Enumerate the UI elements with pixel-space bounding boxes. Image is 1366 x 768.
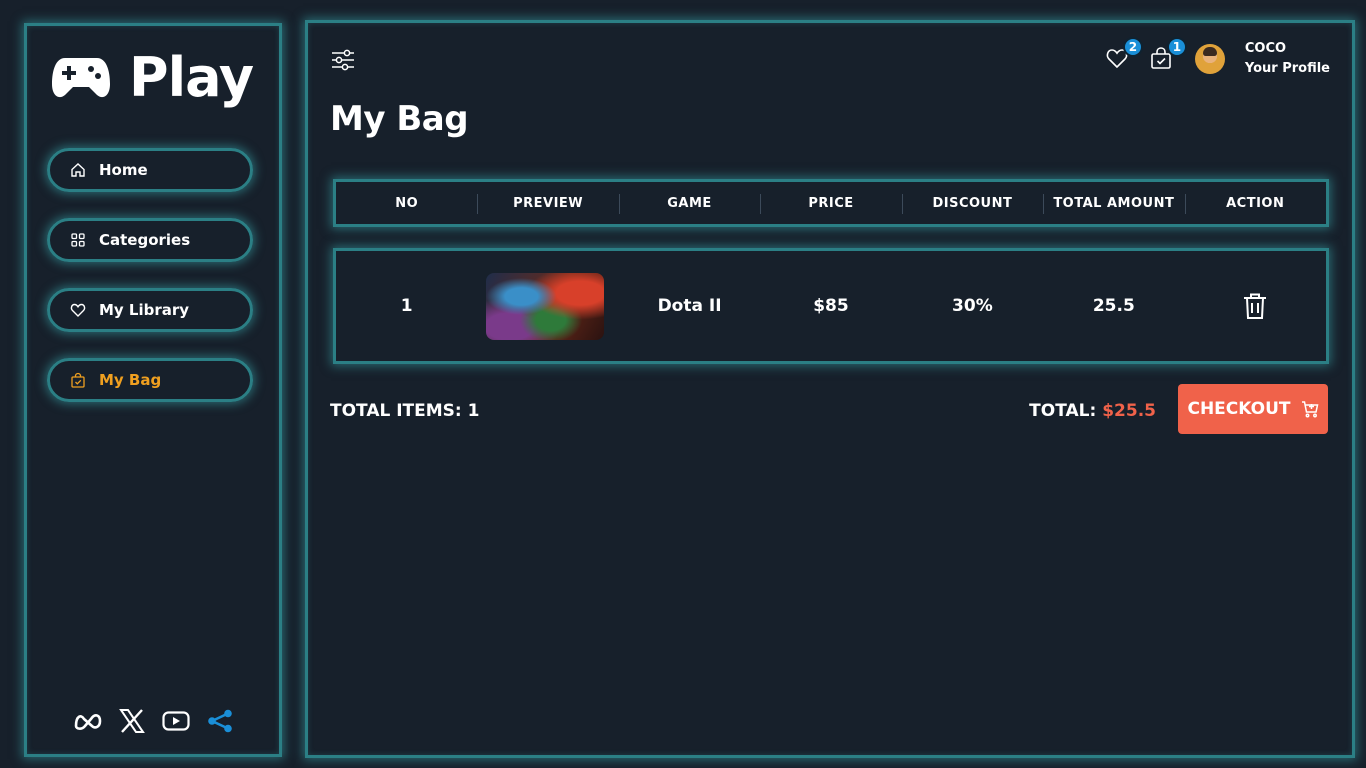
filter-icon[interactable] [330, 47, 356, 73]
checkout-label: CHECKOUT [1187, 399, 1291, 419]
column-header-discount: DISCOUNT [901, 193, 1043, 214]
column-header-action: ACTION [1184, 193, 1326, 214]
app-name: Play [129, 46, 254, 109]
cell-preview [477, 272, 618, 340]
nav-item-my-bag[interactable]: My Bag [47, 358, 253, 402]
nav-label-categories: Categories [99, 231, 191, 249]
bag-button[interactable]: 1 [1149, 37, 1187, 72]
grid-icon [70, 232, 86, 248]
nav-label-home: Home [99, 161, 148, 179]
sidebar-nav: Home Categories My Library My Bag [47, 148, 255, 428]
youtube-icon[interactable] [161, 708, 191, 734]
wishlist-button[interactable]: 2 [1105, 37, 1143, 72]
column-header-preview: PREVIEW [477, 193, 618, 214]
meta-icon[interactable] [73, 708, 103, 734]
cart-icon [1301, 401, 1318, 418]
share-icon[interactable] [205, 708, 235, 734]
avatar[interactable] [1194, 44, 1225, 74]
cell-game: Dota II [657, 296, 722, 316]
social-links [73, 708, 235, 734]
profile-info[interactable]: COCO Your Profile [1245, 39, 1330, 79]
total-items: TOTAL ITEMS: 1 [330, 401, 480, 421]
game-preview-image[interactable] [486, 272, 605, 340]
column-header-game: GAME [618, 193, 760, 214]
nav-label-my-bag: My Bag [99, 371, 162, 389]
cell-total-amount: 25.5 [1092, 296, 1135, 316]
total-label: TOTAL: [1029, 401, 1097, 421]
gamepad-icon [52, 58, 110, 98]
nav-item-my-library[interactable]: My Library [47, 288, 253, 332]
cell-price: $85 [813, 296, 849, 316]
column-header-total-amount: TOTAL AMOUNT [1043, 193, 1184, 214]
header-actions: 2 1 COCO Your Profile [1105, 37, 1330, 79]
checkout-button[interactable]: CHECKOUT [1178, 384, 1328, 434]
bag-count-badge: 1 [1166, 37, 1187, 57]
user-name: COCO [1244, 41, 1287, 56]
column-header-no: NO [395, 195, 419, 211]
wishlist-count-badge: 2 [1122, 37, 1143, 57]
delete-icon[interactable] [1242, 292, 1268, 320]
page-title: My Bag [330, 99, 469, 139]
table-row: 1 Dota II $85 30% 25.5 [333, 248, 1329, 364]
cell-no: 1 [400, 296, 413, 316]
column-header-price: PRICE [760, 193, 901, 214]
table-header: NO PREVIEW GAME PRICE DISCOUNT TOTAL AMO… [333, 179, 1329, 227]
nav-item-categories[interactable]: Categories [47, 218, 253, 262]
order-total: TOTAL: $25.5 [1029, 401, 1156, 421]
sidebar: Play Home Categories My Library My Bag [24, 23, 282, 757]
main-panel: 2 1 COCO Your Profile My Bag NO PREVIEW … [305, 20, 1355, 758]
app-logo[interactable]: Play [51, 46, 254, 109]
x-icon[interactable] [117, 708, 147, 734]
cell-action [1185, 292, 1326, 320]
bag-icon [70, 372, 86, 388]
profile-link[interactable]: Your Profile [1245, 59, 1330, 79]
nav-item-home[interactable]: Home [47, 148, 253, 192]
cell-discount: 30% [952, 296, 993, 316]
heart-icon [70, 302, 86, 318]
home-icon [70, 162, 86, 178]
nav-label-my-library: My Library [99, 301, 190, 319]
total-value: $25.5 [1102, 401, 1156, 421]
